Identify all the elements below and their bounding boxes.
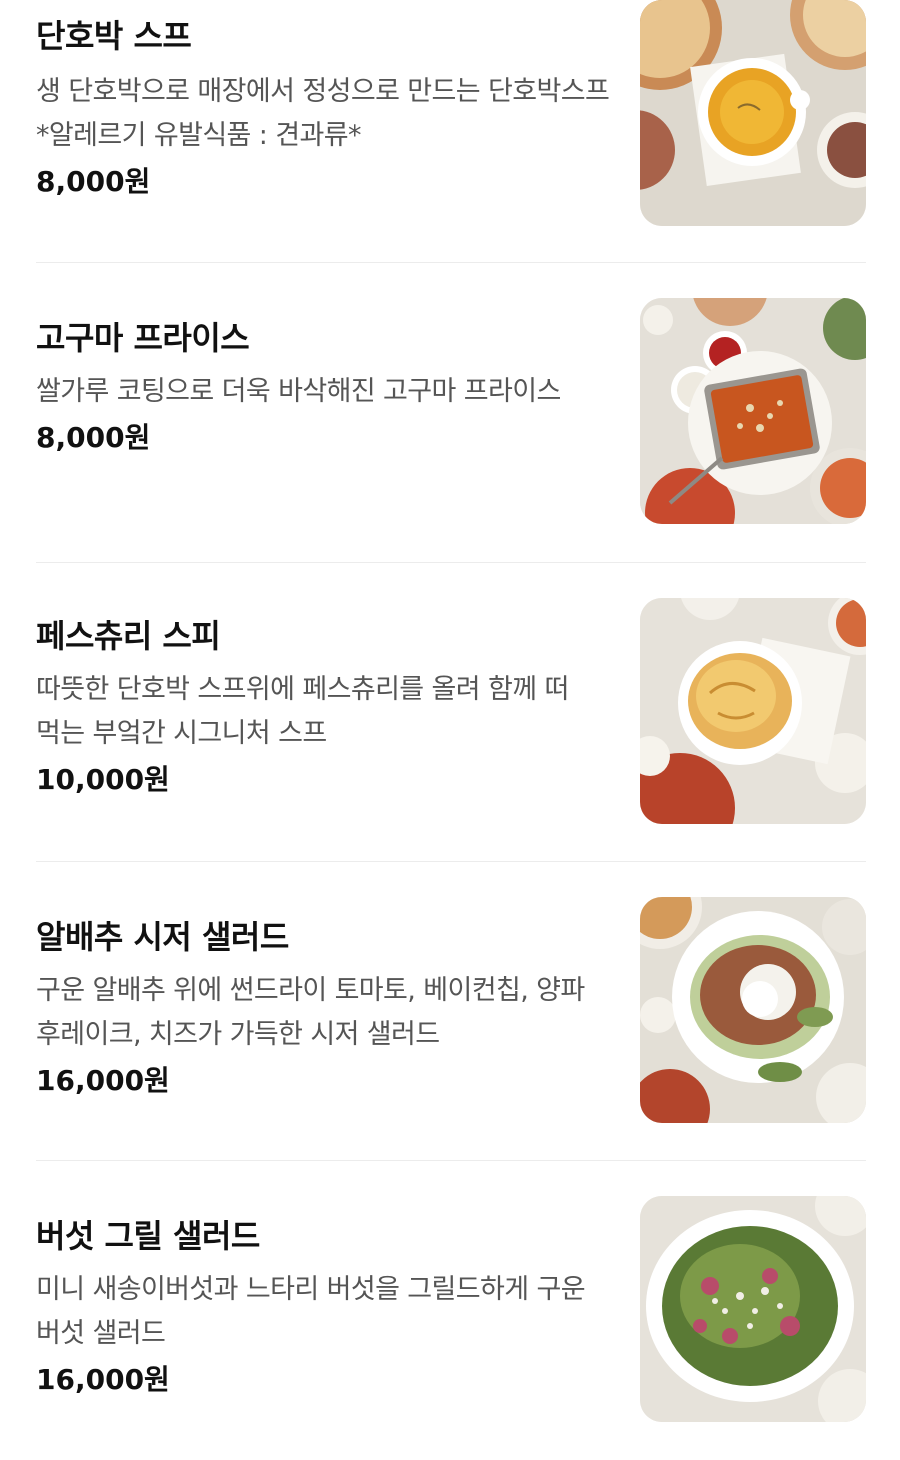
menu-item-caesar-salad[interactable]: 알배추 시저 샐러드 구운 알배추 위에 썬드라이 토마토, 베이컨칩, 양파 …	[36, 897, 866, 1161]
menu-item-description: 미니 새송이버섯과 느타리 버섯을 그릴드하게 구운 버섯 샐러드	[36, 1274, 586, 1349]
menu-item-description: 쌀가루 코팅으로 더욱 바삭해진 고구마 프라이스	[36, 376, 561, 407]
mushroom-salad-photo	[640, 1196, 866, 1422]
menu-item-name: 버섯 그릴 샐러드	[36, 1217, 260, 1255]
divider	[36, 262, 866, 263]
menu-item-photo[interactable]	[640, 0, 866, 226]
menu-item-text: 버섯 그릴 샐러드 미니 새송이버섯과 느타리 버섯을 그릴드하게 구운 버섯 …	[36, 1198, 611, 1400]
menu-item-price: 8,000원	[36, 165, 151, 198]
sweet-potato-fries-photo	[640, 298, 866, 524]
menu-item-text: 고구마 프라이스 쌀가루 코팅으로 더욱 바삭해진 고구마 프라이스 8,000…	[36, 300, 611, 458]
menu-item-photo[interactable]	[640, 897, 866, 1123]
menu-item-name: 페스츄리 스피	[36, 617, 221, 655]
pumpkin-soup-photo	[640, 0, 866, 226]
caesar-salad-photo	[640, 897, 866, 1123]
menu-item-photo[interactable]	[640, 298, 866, 524]
menu-item-name: 알배추 시저 샐러드	[36, 918, 289, 956]
menu-item-mushroom-salad[interactable]: 버섯 그릴 샐러드 미니 새송이버섯과 느타리 버섯을 그릴드하게 구운 버섯 …	[36, 1196, 866, 1460]
divider	[36, 1160, 866, 1161]
menu-item-description: 생 단호박으로 매장에서 정성으로 만드는 단호박스프 *알레르기 유발식품 :…	[36, 76, 610, 151]
menu-item-name: 고구마 프라이스	[36, 319, 250, 357]
menu-item-text: 페스츄리 스피 따뜻한 단호박 스프위에 페스츄리를 올려 함께 떠 먹는 부엌…	[36, 600, 611, 800]
menu-item-price: 16,000원	[36, 1064, 170, 1097]
menu-item-pumpkin-soup[interactable]: 단호박 스프 생 단호박으로 매장에서 정성으로 만드는 단호박스프 *알레르기…	[36, 0, 866, 262]
menu-item-description: 구운 알배추 위에 썬드라이 토마토, 베이컨칩, 양파 후레이크, 치즈가 가…	[36, 975, 585, 1050]
menu-item-name: 단호박 스프	[36, 17, 192, 55]
menu-item-price: 8,000원	[36, 421, 151, 454]
menu-item-photo[interactable]	[640, 598, 866, 824]
menu-item-pastry-soup[interactable]: 페스츄리 스피 따뜻한 단호박 스프위에 페스츄리를 올려 함께 떠 먹는 부엌…	[36, 598, 866, 862]
menu-item-text: 알배추 시저 샐러드 구운 알배추 위에 썬드라이 토마토, 베이컨칩, 양파 …	[36, 899, 611, 1101]
menu-item-photo[interactable]	[640, 1196, 866, 1422]
menu-item-sweet-potato-fries[interactable]: 고구마 프라이스 쌀가루 코팅으로 더욱 바삭해진 고구마 프라이스 8,000…	[36, 298, 866, 562]
menu-item-description: 따뜻한 단호박 스프위에 페스츄리를 올려 함께 떠 먹는 부엌간 시그니처 스…	[36, 674, 569, 749]
pastry-soup-photo	[640, 598, 866, 824]
divider	[36, 562, 866, 563]
menu-item-price: 10,000원	[36, 763, 170, 796]
divider	[36, 861, 866, 862]
menu-item-text: 단호박 스프 생 단호박으로 매장에서 정성으로 만드는 단호박스프 *알레르기…	[36, 0, 611, 202]
menu-item-price: 16,000원	[36, 1363, 170, 1396]
